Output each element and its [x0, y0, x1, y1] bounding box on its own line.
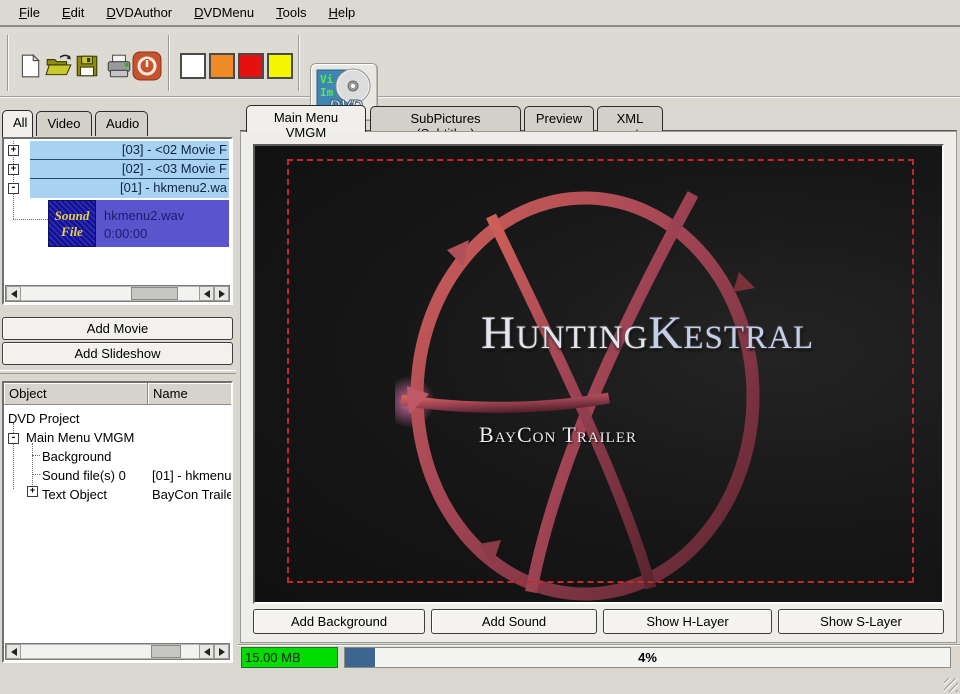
quit-button[interactable] [131, 50, 163, 82]
column-header-object[interactable]: Object [4, 383, 148, 405]
add-movie-button[interactable]: Add Movie [2, 317, 233, 340]
open-project-button[interactable] [44, 51, 74, 81]
expand-icon[interactable]: + [8, 164, 19, 175]
object-table-hscrollbar[interactable] [5, 643, 230, 660]
show-h-layer-button[interactable]: Show H-Layer [603, 609, 772, 634]
sound-file-thumbnail: Sound File [48, 200, 96, 247]
tree-value-text-object: BayCon Traile [152, 487, 231, 506]
menu-subtitle-text[interactable]: BayCon Trailer [479, 422, 637, 448]
project-size-badge: 15.00 MB [241, 647, 338, 668]
scroll-left-button[interactable] [6, 286, 21, 301]
file-item-01[interactable]: [01] - hkmenu2.wa [30, 179, 229, 198]
new-document-icon [17, 53, 43, 79]
toolbar: Vi Im DVD [0, 29, 960, 98]
printer-icon [105, 53, 133, 79]
save-floppy-icon [74, 53, 100, 79]
tab-subpictures[interactable]: SubPictures (Subtitles) [370, 106, 521, 131]
tab-audio[interactable]: Audio [95, 111, 148, 136]
add-sound-button[interactable]: Add Sound [431, 609, 597, 634]
menu-edit[interactable]: Edit [51, 3, 95, 22]
expand-icon[interactable]: + [27, 486, 38, 497]
menubar: File Edit DVDAuthor DVDMenu Tools Help [0, 0, 960, 27]
tree-item-main-menu[interactable]: Main Menu VMGM [26, 430, 134, 449]
panel-splitter[interactable] [0, 370, 236, 374]
menu-file[interactable]: File [8, 3, 51, 22]
sound-filename: hkmenu2.wav [104, 208, 184, 223]
tab-preview[interactable]: Preview [524, 106, 594, 131]
tree-item-background[interactable]: Background [42, 449, 111, 468]
sound-file-item[interactable]: Sound File hkmenu2.wav 0:00:00 [48, 200, 229, 247]
file-list-hscrollbar[interactable] [5, 285, 230, 302]
tree-item-sound-files[interactable]: Sound file(s) 0 [42, 468, 126, 487]
scrollbar-thumb[interactable] [131, 287, 177, 300]
column-header-name[interactable]: Name [148, 383, 231, 405]
collapse-icon[interactable]: - [8, 183, 19, 194]
media-file-list: [03] - <02 Movie F [02] - <03 Movie F [0… [2, 137, 233, 305]
sound-duration: 0:00:00 [104, 226, 147, 241]
tree-item-dvd-project[interactable]: DVD Project [8, 411, 80, 430]
file-item-03[interactable]: [03] - <02 Movie F [30, 141, 229, 160]
scroll-left-button[interactable] [199, 286, 214, 301]
scrollbar-thumb[interactable] [151, 645, 181, 658]
menu-preview-canvas[interactable]: HuntingKestral BayCon Trailer [253, 144, 944, 604]
progress-percent-label: 4% [345, 650, 950, 665]
tab-main-menu-vmgm[interactable]: Main Menu VMGM [246, 105, 366, 132]
tab-xml-out[interactable]: XML out [597, 106, 663, 131]
menu-dvdmenu[interactable]: DVDMenu [183, 3, 265, 22]
color-swatch-white[interactable] [180, 53, 206, 79]
project-object-table: Object Name DVD Project - Main Menu VMGM… [2, 381, 233, 663]
title-safe-area-outline [287, 159, 914, 583]
new-project-button[interactable] [15, 51, 45, 81]
tree-item-text-object[interactable]: Text Object [42, 487, 107, 506]
color-swatch-yellow[interactable] [267, 53, 293, 79]
scroll-right-button[interactable] [214, 286, 229, 301]
menu-editor-panel: HuntingKestral BayCon Trailer Add Backgr… [240, 131, 957, 643]
file-item-02[interactable]: [02] - <03 Movie F [30, 160, 229, 179]
color-swatch-red[interactable] [238, 53, 264, 79]
open-folder-icon [45, 53, 73, 79]
progress-bar: 4% [344, 647, 951, 668]
tree-value-sound-files: [01] - hkmenu [152, 468, 231, 487]
window-resize-grip[interactable] [944, 678, 958, 692]
color-swatch-orange[interactable] [209, 53, 235, 79]
toolbar-separator [168, 35, 170, 91]
show-s-layer-button[interactable]: Show S-Layer [778, 609, 944, 634]
print-button[interactable] [104, 51, 134, 81]
add-background-button[interactable]: Add Background [253, 609, 425, 634]
menu-dvdauthor[interactable]: DVDAuthor [95, 3, 183, 22]
save-project-button[interactable] [72, 51, 102, 81]
svg-text:Vi: Vi [320, 73, 334, 86]
scroll-right-button[interactable] [214, 644, 229, 659]
toolbar-separator [298, 35, 300, 91]
statusbar-separator [238, 644, 960, 646]
scroll-left-button[interactable] [199, 644, 214, 659]
toolbar-handle[interactable] [7, 35, 9, 91]
menu-tools[interactable]: Tools [265, 3, 317, 22]
add-slideshow-button[interactable]: Add Slideshow [2, 342, 233, 365]
tab-video[interactable]: Video [36, 111, 92, 136]
menu-title-text[interactable]: HuntingKestral [481, 306, 814, 360]
collapse-icon[interactable]: - [8, 433, 19, 444]
expand-icon[interactable]: + [8, 145, 19, 156]
tab-all[interactable]: All [2, 110, 33, 137]
scroll-left-button[interactable] [6, 644, 21, 659]
power-icon [132, 51, 162, 81]
menu-help[interactable]: Help [317, 3, 366, 22]
